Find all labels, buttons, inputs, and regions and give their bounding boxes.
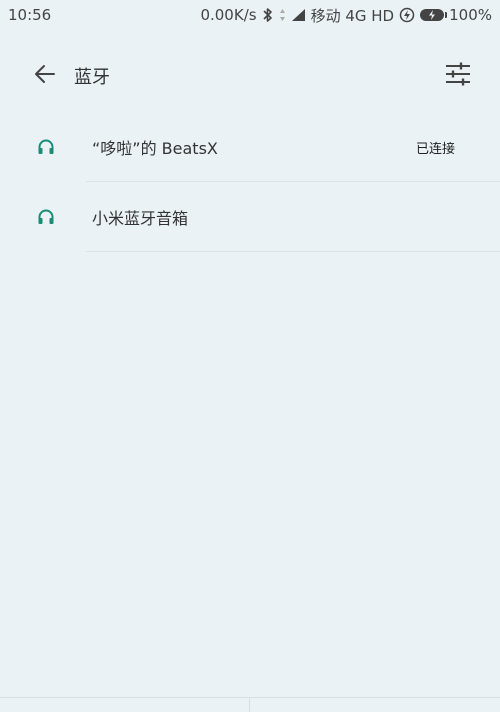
bluetooth-icon — [262, 7, 274, 23]
page-title: 蓝牙 — [74, 67, 110, 88]
title-bar: 蓝牙 — [0, 44, 500, 108]
device-row-beatsx[interactable]: “哆啦”的 BeatsX 已连接 — [0, 112, 500, 182]
network-speed: 0.00K/s — [200, 6, 257, 24]
status-indicators: 0.00K/s 移动 4G HD 100% — [200, 5, 492, 26]
device-name: 小米蓝牙音箱 — [92, 209, 189, 228]
settings-button[interactable] — [442, 60, 474, 92]
back-button[interactable] — [30, 61, 60, 91]
device-name: “哆啦”的 BeatsX — [92, 139, 218, 158]
device-row-mi-speaker[interactable]: 小米蓝牙音箱 — [0, 182, 500, 252]
headphones-icon — [36, 207, 56, 227]
battery-percent: 100% — [449, 6, 492, 24]
headphones-icon — [36, 137, 56, 157]
battery-icon — [420, 9, 448, 21]
data-arrows-icon — [279, 8, 286, 22]
back-arrow-icon — [33, 62, 57, 90]
status-bar: 10:56 0.00K/s 移动 4G HD 100% — [0, 0, 500, 30]
carrier-label: 移动 4G HD — [310, 6, 395, 25]
bottom-bar — [0, 697, 500, 712]
sliders-icon — [445, 62, 471, 90]
status-time: 10:56 — [8, 6, 52, 24]
connected-status: 已连接 — [415, 141, 455, 157]
charging-icon — [399, 7, 415, 23]
device-list: “哆啦”的 BeatsX 已连接 小米蓝牙音箱 — [0, 112, 500, 252]
bottom-divider — [249, 698, 250, 712]
signal-icon — [291, 8, 306, 22]
